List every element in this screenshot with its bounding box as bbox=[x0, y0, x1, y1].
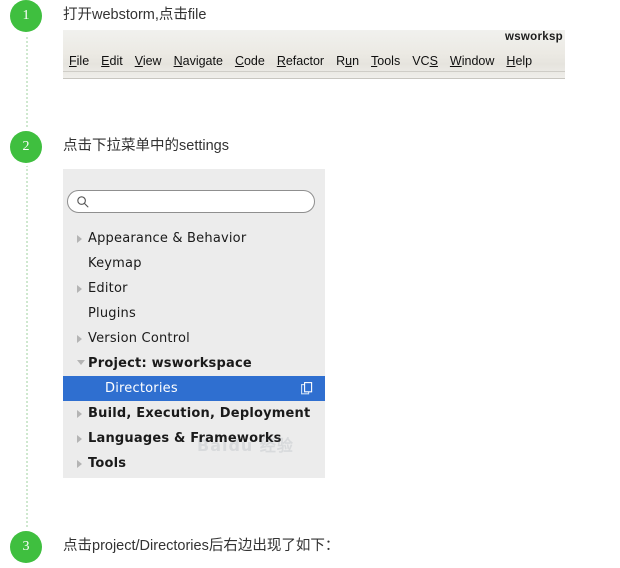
copy-icon[interactable] bbox=[301, 382, 313, 395]
menu-item-help[interactable]: Help bbox=[500, 54, 538, 68]
chevron-right-icon[interactable] bbox=[77, 285, 82, 293]
mnemonic-letter: W bbox=[449, 54, 462, 68]
menu-item-label: ode bbox=[243, 54, 265, 68]
menu-item-label: R bbox=[336, 54, 346, 68]
search-icon bbox=[77, 196, 89, 208]
chevron-down-icon[interactable] bbox=[77, 360, 85, 365]
menu-item-label: dit bbox=[109, 54, 123, 68]
step-instruction-1: 打开webstorm,点击file bbox=[63, 7, 207, 23]
menu-item-code[interactable]: Code bbox=[229, 54, 271, 68]
settings-search-box[interactable] bbox=[67, 190, 315, 213]
tree-item-plugins[interactable]: Plugins bbox=[63, 301, 325, 326]
menu-item-label: efactor bbox=[285, 54, 325, 68]
search-input[interactable] bbox=[94, 194, 310, 212]
menu-item-window[interactable]: Window bbox=[444, 54, 500, 68]
tree-item-editor[interactable]: Editor bbox=[63, 276, 325, 301]
tree-item-appearance-behavior[interactable]: Appearance & Behavior bbox=[63, 226, 325, 251]
mnemonic-letter: E bbox=[101, 54, 110, 68]
step-connector-line bbox=[26, 30, 28, 535]
tree-item-languages-frameworks[interactable]: Languages & Frameworks bbox=[63, 426, 325, 451]
tree-item-version-control[interactable]: Version Control bbox=[63, 326, 325, 351]
step-badge-2: 2 bbox=[10, 131, 42, 163]
tree-item-label: Keymap bbox=[88, 256, 142, 271]
step-instruction-2: 点击下拉菜单中的settings bbox=[63, 138, 229, 154]
menu-item-label: ools bbox=[377, 54, 401, 68]
mnemonic-letter: N bbox=[173, 54, 183, 68]
chevron-right-icon[interactable] bbox=[77, 235, 82, 243]
chevron-right-icon[interactable] bbox=[77, 435, 82, 443]
window-title: wsworksp bbox=[504, 31, 563, 43]
mnemonic-letter: R bbox=[276, 54, 286, 68]
step-badge-1: 1 bbox=[10, 0, 42, 32]
menu-item-label: indow bbox=[461, 54, 495, 68]
tree-item-build-execution-deployment[interactable]: Build, Execution, Deployment bbox=[63, 401, 325, 426]
tree-item-keymap[interactable]: Keymap bbox=[63, 251, 325, 276]
tree-item-label: Tools bbox=[88, 456, 127, 471]
step-instruction-3: 点击project/Directories后右边出现了如下： bbox=[63, 538, 340, 554]
chevron-right-icon[interactable] bbox=[77, 460, 82, 468]
menu-item-label: avigate bbox=[182, 54, 223, 68]
menu-item-view[interactable]: View bbox=[129, 54, 168, 68]
tree-item-label: Project: wsworkspace bbox=[88, 356, 252, 371]
menu-item-label: n bbox=[352, 54, 360, 68]
menubar-items: File Edit View Navigate Code Refactor Ru… bbox=[63, 50, 538, 72]
menu-item-label: VC bbox=[412, 54, 430, 68]
tree-item-label: Version Control bbox=[88, 331, 190, 346]
mnemonic-letter: V bbox=[134, 54, 143, 68]
tree-item-label: Appearance & Behavior bbox=[88, 231, 247, 246]
menu-item-label: ile bbox=[76, 54, 90, 68]
menu-item-vcs[interactable]: VCS bbox=[406, 54, 444, 68]
tree-item-label: Directories bbox=[105, 381, 178, 396]
menu-item-refactor[interactable]: Refactor bbox=[271, 54, 330, 68]
tree-item-project[interactable]: Project: wsworkspace bbox=[63, 351, 325, 376]
tree-item-label: Editor bbox=[88, 281, 128, 296]
tree-item-tools[interactable]: Tools bbox=[63, 451, 325, 476]
mnemonic-letter: S bbox=[429, 54, 438, 68]
menu-item-navigate[interactable]: Navigate bbox=[168, 54, 229, 68]
chevron-right-icon[interactable] bbox=[77, 410, 82, 418]
tree-item-label: Plugins bbox=[88, 306, 136, 321]
menu-item-run[interactable]: Run bbox=[330, 54, 365, 68]
tree-item-directories[interactable]: Directories bbox=[63, 376, 325, 401]
menu-item-edit[interactable]: Edit bbox=[95, 54, 129, 68]
webstorm-menubar-screenshot: wsworksp File Edit View Navigate Code Re… bbox=[63, 30, 565, 79]
menu-item-file[interactable]: File bbox=[63, 54, 95, 68]
tree-item-label: Languages & Frameworks bbox=[88, 431, 282, 446]
menu-item-label: iew bbox=[142, 54, 162, 68]
menu-item-tools[interactable]: Tools bbox=[365, 54, 406, 68]
chevron-right-icon[interactable] bbox=[77, 335, 82, 343]
mnemonic-letter: C bbox=[234, 54, 244, 68]
settings-category-tree: Appearance & Behavior Keymap Editor Plug… bbox=[63, 226, 325, 476]
mnemonic-letter: F bbox=[69, 54, 77, 68]
settings-tree-panel-screenshot: Appearance & Behavior Keymap Editor Plug… bbox=[63, 169, 325, 478]
menu-item-label: elp bbox=[515, 54, 533, 68]
tree-item-label: Build, Execution, Deployment bbox=[88, 406, 311, 421]
step-badge-3: 3 bbox=[10, 531, 42, 563]
